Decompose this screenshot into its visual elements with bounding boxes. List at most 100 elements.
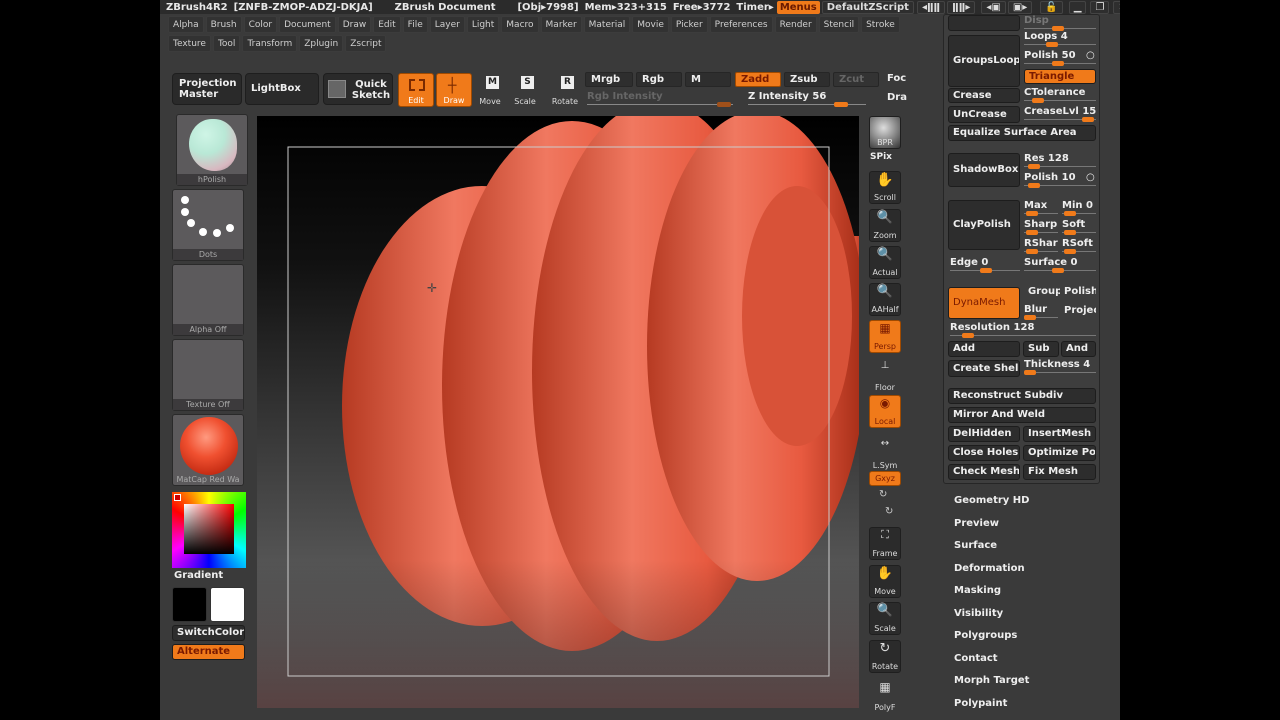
m-button[interactable]: M xyxy=(685,72,731,87)
zoom-button[interactable]: 🔍 Zoom xyxy=(869,209,901,242)
blur-slider[interactable]: Blur xyxy=(1024,304,1058,320)
menu-brush[interactable]: Brush xyxy=(205,16,242,33)
rsoft-slider[interactable]: RSoft xyxy=(1062,238,1096,254)
zadd-button[interactable]: Zadd xyxy=(735,72,781,87)
thickness-slider[interactable]: Thickness 4 xyxy=(1024,359,1096,375)
main-color-swatch[interactable] xyxy=(172,587,207,622)
polyframe-button[interactable]: ▦ PolyF xyxy=(869,680,901,713)
min-slider[interactable]: Min 0 xyxy=(1062,200,1096,216)
mirror-and-weld-button[interactable]: Mirror And Weld xyxy=(948,407,1096,423)
optimize-points-button[interactable]: Optimize Poi xyxy=(1023,445,1096,461)
xyz-rotation-button[interactable]: Gxyz xyxy=(869,471,901,486)
color-saturation-square[interactable] xyxy=(184,504,234,554)
menus-button[interactable]: Menus xyxy=(776,0,820,14)
menu-light[interactable]: Light xyxy=(466,16,500,33)
ctolerance-slider[interactable]: CTolerance xyxy=(1024,87,1096,103)
menu-file[interactable]: File xyxy=(402,16,428,33)
persp-button[interactable]: ▦ Persp xyxy=(869,320,901,353)
disp-slider[interactable]: Disp xyxy=(1024,15,1096,31)
alpha-selector[interactable]: Alpha Off xyxy=(172,264,244,336)
edit-button[interactable]: Edit xyxy=(398,73,434,107)
menu-color[interactable]: Color xyxy=(243,16,278,33)
subpalette-polygroups[interactable]: Polygroups xyxy=(954,630,1017,641)
restore-icon[interactable]: ❐ xyxy=(1090,0,1110,14)
scale-button[interactable]: S Scale xyxy=(507,73,543,107)
lsym-button[interactable]: ↔ L.Sym xyxy=(869,438,901,471)
layout-prev-icon[interactable]: ◂▣ xyxy=(981,0,1006,14)
menu-alpha[interactable]: Alpha xyxy=(168,16,204,33)
polish-button[interactable]: Polish xyxy=(1060,285,1096,301)
max-slider[interactable]: Max xyxy=(1024,200,1058,216)
menu-zplugin[interactable]: Zplugin xyxy=(299,35,344,52)
dynamesh-button[interactable]: DynaMesh xyxy=(948,287,1020,319)
texture-selector[interactable]: Texture Off xyxy=(172,339,244,411)
lightbox-button[interactable]: LightBox xyxy=(245,73,319,105)
add-button[interactable]: Add xyxy=(948,341,1020,357)
surface-slider[interactable]: Surface 0 xyxy=(1024,257,1096,273)
crease-button[interactable]: Crease xyxy=(948,88,1020,103)
material-selector[interactable]: MatCap Red Wa xyxy=(172,414,244,486)
draw-button[interactable]: ┼ Draw xyxy=(436,73,472,107)
draw-size-slider[interactable]: Dra xyxy=(887,92,907,103)
menu-edit[interactable]: Edit xyxy=(373,16,401,33)
sub-button[interactable]: Sub xyxy=(1023,341,1059,357)
minimize-icon[interactable]: ▁ xyxy=(1068,0,1087,14)
scroll-right-icon[interactable]: ǁǁ▸ xyxy=(947,0,976,14)
scroll-button[interactable]: ✋ Scroll xyxy=(869,171,901,204)
soft-slider[interactable]: Soft xyxy=(1062,219,1096,235)
uncrease-button[interactable]: UnCrease xyxy=(948,106,1020,123)
focal-shift-slider[interactable]: Foc xyxy=(887,73,906,84)
menu-preferences[interactable]: Preferences xyxy=(709,16,773,33)
brush-selector[interactable]: hPolish xyxy=(176,114,248,186)
zsub-button[interactable]: Zsub xyxy=(784,72,830,87)
polish-10-slider[interactable]: Polish 10 ○ xyxy=(1024,172,1096,188)
subpalette-surface[interactable]: Surface xyxy=(954,540,997,551)
rsharp-slider[interactable]: RShar xyxy=(1024,238,1058,254)
z-intensity-slider[interactable]: Z Intensity 56 xyxy=(748,91,866,107)
scale-view-button[interactable]: 🔍 Scale xyxy=(869,602,901,635)
y-rotation-icon[interactable]: ↻ xyxy=(879,489,887,500)
secondary-color-swatch[interactable] xyxy=(210,587,245,622)
check-mesh-button[interactable]: Check Mesh xyxy=(948,464,1020,480)
subpalette-preview[interactable]: Preview xyxy=(954,518,999,529)
subpalette-deformation[interactable]: Deformation xyxy=(954,563,1025,574)
loops-slider[interactable]: Loops 4 xyxy=(1024,31,1096,47)
menu-movie[interactable]: Movie xyxy=(632,16,669,33)
lock-icon[interactable]: 🔓 xyxy=(1040,0,1063,14)
aahalf-button[interactable]: 🔍 AAHalf xyxy=(869,283,901,316)
polish-toggle-circle-icon[interactable]: ○ xyxy=(1086,172,1095,183)
polish-50-slider[interactable]: Polish 50 ○ xyxy=(1024,50,1096,66)
color-picker[interactable] xyxy=(172,492,246,568)
res-slider[interactable]: Res 128 xyxy=(1024,153,1096,169)
spix-slider[interactable]: SPix xyxy=(870,152,892,162)
move-view-button[interactable]: ✋ Move xyxy=(869,565,901,598)
move-button[interactable]: M Move xyxy=(472,73,508,107)
menu-render[interactable]: Render xyxy=(774,16,817,33)
create-shell-button[interactable]: Create Shell xyxy=(948,360,1020,377)
shadowbox-button[interactable]: ShadowBox xyxy=(948,153,1020,187)
edge-slider[interactable]: Edge 0 xyxy=(950,257,1020,273)
menu-picker[interactable]: Picker xyxy=(670,16,708,33)
local-button[interactable]: ◉ Local xyxy=(869,395,901,428)
polish-toggle-circle-icon[interactable]: ○ xyxy=(1086,50,1095,61)
scroll-left-icon[interactable]: ◂ǁǁ xyxy=(916,0,946,14)
default-zscript-button[interactable]: DefaultZScript xyxy=(821,0,914,14)
resolution-slider[interactable]: Resolution 128 xyxy=(950,322,1096,338)
rotate-button[interactable]: R Rotate xyxy=(547,73,583,107)
sharp-slider[interactable]: Sharp xyxy=(1024,219,1058,235)
frame-button[interactable]: ⛶ Frame xyxy=(869,527,901,560)
z-rotation-icon[interactable]: ↻ xyxy=(885,506,893,517)
stroke-selector[interactable]: Dots xyxy=(172,189,244,261)
menu-stroke[interactable]: Stroke xyxy=(861,16,900,33)
subpalette-geometry-hd[interactable]: Geometry HD xyxy=(954,495,1029,506)
project-button[interactable]: Projec xyxy=(1060,303,1096,320)
group-button[interactable]: Group xyxy=(1024,285,1060,301)
alternate-button[interactable]: Alternate xyxy=(172,644,245,660)
close-icon[interactable]: ✕ xyxy=(1113,0,1120,14)
menu-macro[interactable]: Macro xyxy=(501,16,539,33)
gradient-button[interactable]: Gradient xyxy=(174,570,223,581)
menu-material[interactable]: Material xyxy=(583,16,631,33)
subpalette-polypaint[interactable]: Polypaint xyxy=(954,698,1007,709)
menu-texture[interactable]: Texture xyxy=(168,35,211,52)
insertmesh-button[interactable]: InsertMesh xyxy=(1023,426,1096,442)
